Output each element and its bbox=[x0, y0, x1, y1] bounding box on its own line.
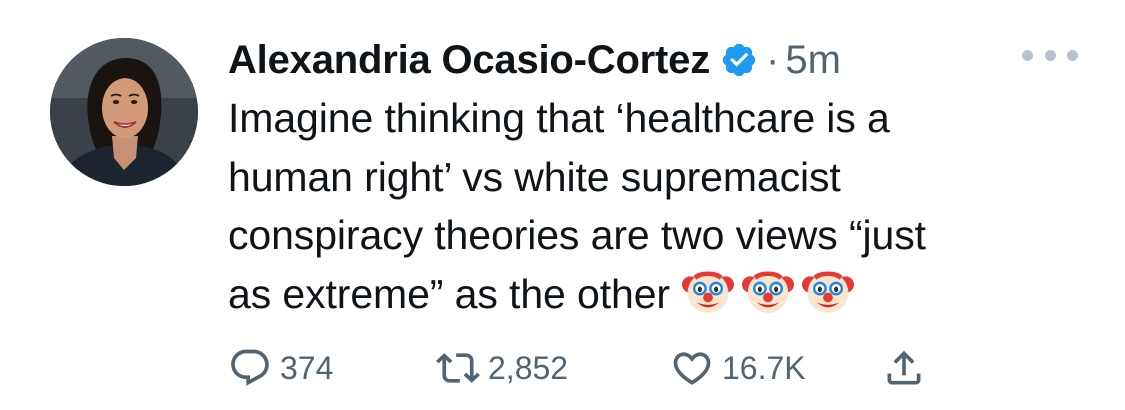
reply-icon bbox=[228, 346, 272, 390]
tweet-text-line: Imagine thinking that ‘healthcare is a bbox=[228, 95, 890, 141]
tweet-text-line: human right’ vs white supremacist bbox=[228, 153, 841, 200]
more-dot bbox=[1067, 49, 1078, 61]
tweet-text-line: conspiracy theories are two views “just bbox=[228, 212, 926, 258]
tweet-text-line-last: as extreme” as the other bbox=[228, 265, 1088, 324]
avatar[interactable] bbox=[50, 38, 198, 186]
more-horizontal-icon[interactable] bbox=[1022, 40, 1078, 70]
header-separator: · bbox=[766, 37, 780, 82]
tweet-actions: 374 2,852 16.7K bbox=[228, 343, 1028, 393]
tweet-timestamp[interactable]: 5m bbox=[785, 38, 841, 83]
retweet-button[interactable]: 2,852 bbox=[436, 343, 568, 393]
clown-face-icon bbox=[741, 265, 794, 317]
tweet-text: Imagine thinking that ‘healthcare is a h… bbox=[228, 89, 1088, 323]
more-dot bbox=[1044, 49, 1056, 61]
retweet-count: 2,852 bbox=[488, 349, 569, 386]
reply-count: 374 bbox=[280, 349, 334, 386]
reply-button[interactable]: 374 bbox=[228, 343, 333, 393]
retweet-icon bbox=[436, 346, 480, 390]
heart-icon bbox=[670, 346, 714, 390]
tweet-card[interactable]: Alexandria Ocasio-Cortez · 5m Imagine th… bbox=[0, 0, 1125, 410]
tweet-text-line: as extreme” as the other bbox=[228, 270, 670, 317]
clown-face-icon bbox=[681, 265, 734, 317]
like-button[interactable]: 16.7K bbox=[670, 343, 806, 393]
emoji-group bbox=[681, 265, 854, 317]
share-button[interactable] bbox=[882, 343, 926, 393]
tweet-header: Alexandria Ocasio-Cortez · 5m bbox=[228, 34, 841, 86]
share-icon bbox=[882, 346, 926, 390]
clown-face-icon bbox=[801, 265, 854, 317]
like-count: 16.7K bbox=[722, 349, 806, 386]
author-display-name[interactable]: Alexandria Ocasio-Cortez bbox=[228, 38, 710, 83]
more-dot bbox=[1022, 49, 1033, 61]
verified-badge-icon bbox=[720, 41, 758, 79]
